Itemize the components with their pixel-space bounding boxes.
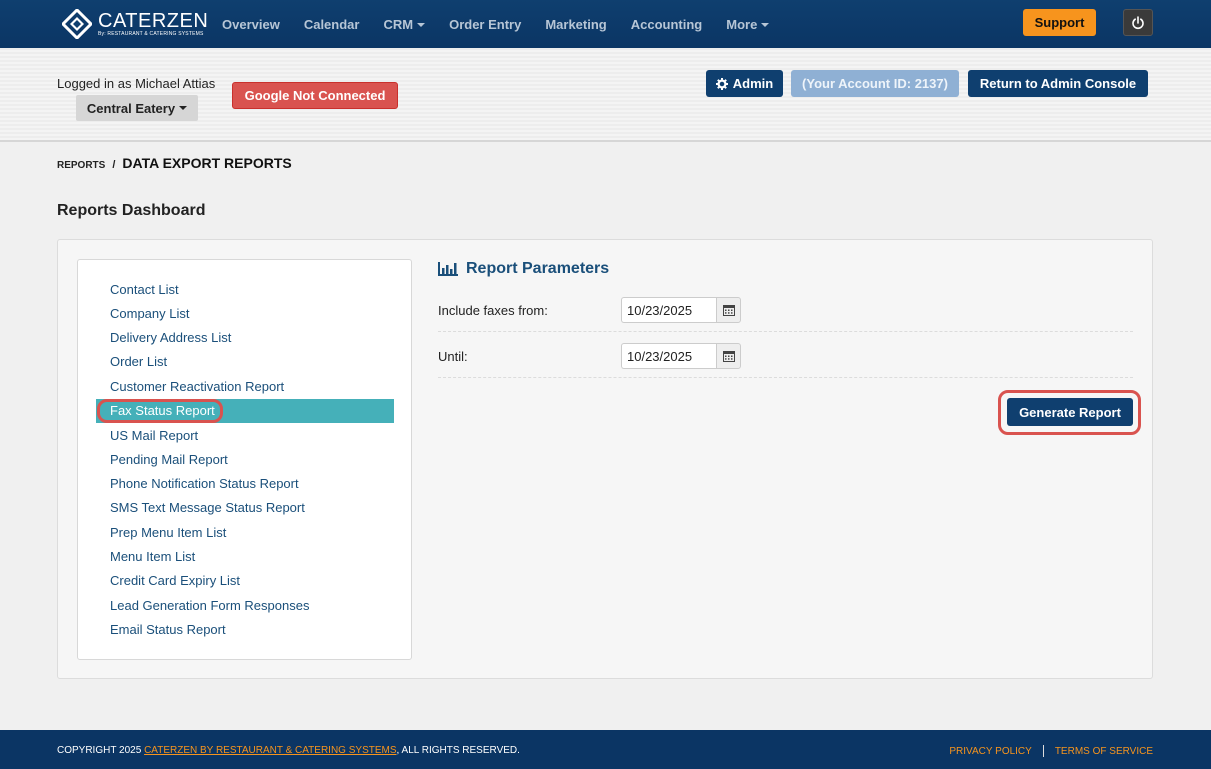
report-parameters-label: Report Parameters: [466, 260, 610, 277]
footer: COPYRIGHT 2025 CATERZEN BY RESTAURANT & …: [0, 730, 1211, 769]
divider: [438, 331, 1133, 332]
nav-crm[interactable]: CRM: [371, 17, 437, 32]
account-id-badge: (Your Account ID: 2137): [791, 70, 959, 97]
breadcrumb-reports[interactable]: REPORTS: [57, 160, 105, 171]
nav-order-entry[interactable]: Order Entry: [437, 17, 533, 32]
footer-separator: [1042, 745, 1044, 757]
calendar-icon: [722, 351, 735, 362]
report-item-delivery-address-list[interactable]: Delivery Address List: [78, 326, 413, 350]
logo-tagline: By: RESTAURANT & CATERING SYSTEMS: [98, 31, 204, 37]
report-item-fax-status-label: Fax Status Report: [110, 403, 215, 418]
page-title: Reports Dashboard: [57, 202, 206, 219]
until-date-input[interactable]: [621, 343, 716, 369]
until-date-calendar-button[interactable]: [716, 343, 741, 369]
report-item-lead-generation[interactable]: Lead Generation Form Responses: [78, 594, 413, 618]
until-label: Until:: [438, 349, 468, 364]
report-item-us-mail[interactable]: US Mail Report: [78, 424, 413, 448]
report-item-menu-item-list[interactable]: Menu Item List: [78, 545, 413, 569]
report-parameters-title: Report Parameters: [438, 260, 609, 278]
logo-name: CaterZen: [98, 10, 209, 32]
report-item-fax-status[interactable]: Fax Status Report: [96, 399, 394, 423]
include-faxes-from-label: Include faxes from:: [438, 303, 548, 318]
nav-accounting[interactable]: Accounting: [619, 17, 715, 32]
copyright: COPYRIGHT 2025 CATERZEN BY RESTAURANT & …: [57, 745, 520, 756]
caterzen-link[interactable]: CATERZEN BY RESTAURANT & CATERING SYSTEM…: [144, 745, 396, 756]
nav-marketing[interactable]: Marketing: [533, 17, 618, 32]
report-item-company-list[interactable]: Company List: [78, 302, 413, 326]
calendar-icon: [722, 305, 735, 316]
terms-of-service-link[interactable]: TERMS OF SERVICE: [1055, 746, 1153, 757]
location-label: Central Eatery: [86, 100, 176, 116]
from-date-calendar-button[interactable]: [716, 297, 741, 323]
location-dropdown[interactable]: Central Eatery: [76, 95, 198, 121]
report-item-order-list[interactable]: Order List: [78, 350, 413, 374]
account-header: Logged in as Michael Attias Central Eate…: [0, 48, 1211, 142]
caret-down-icon: [417, 23, 426, 28]
top-navbar: CaterZen By: RESTAURANT & CATERING SYSTE…: [0, 0, 1211, 48]
reports-panel: Contact List Company List Delivery Addre…: [57, 239, 1153, 679]
bar-chart-icon: [438, 262, 458, 276]
report-item-customer-reactivation[interactable]: Customer Reactivation Report: [78, 375, 413, 399]
gear-icon: [715, 77, 728, 90]
report-item-contact-list[interactable]: Contact List: [78, 278, 413, 302]
caret-down-icon: [179, 106, 188, 110]
report-item-email-status[interactable]: Email Status Report: [78, 618, 413, 642]
caterzen-logo[interactable]: CaterZen By: RESTAURANT & CATERING SYSTE…: [60, 7, 209, 41]
logo-mark-icon: [60, 7, 94, 41]
support-button[interactable]: Support: [1023, 9, 1096, 36]
report-item-pending-mail[interactable]: Pending Mail Report: [78, 448, 413, 472]
copyright-suffix: , ALL RIGHTS RESERVED.: [396, 745, 520, 756]
nav-calendar[interactable]: Calendar: [292, 17, 372, 32]
return-admin-console-button[interactable]: Return to Admin Console: [968, 70, 1148, 97]
admin-button[interactable]: Admin: [706, 70, 783, 97]
footer-links: PRIVACY POLICY TERMS OF SERVICE: [949, 745, 1153, 757]
report-item-phone-notification[interactable]: Phone Notification Status Report: [78, 472, 413, 496]
breadcrumb-current: DATA EXPORT REPORTS: [122, 155, 292, 171]
privacy-policy-link[interactable]: PRIVACY POLICY: [949, 746, 1031, 757]
breadcrumb: REPORTS / DATA EXPORT REPORTS: [57, 155, 292, 171]
generate-report-button[interactable]: Generate Report: [1007, 398, 1133, 426]
report-item-credit-card-expiry[interactable]: Credit Card Expiry List: [78, 569, 413, 593]
power-icon: [1132, 15, 1144, 29]
copyright-prefix: COPYRIGHT 2025: [57, 745, 142, 756]
report-item-sms-status[interactable]: SMS Text Message Status Report: [78, 496, 413, 520]
nav-more[interactable]: More: [714, 17, 781, 32]
admin-label: Admin: [732, 76, 774, 91]
main-nav: Overview Calendar CRM Order Entry Market…: [210, 0, 781, 48]
caret-down-icon: [761, 23, 770, 28]
logged-in-text: Logged in as Michael Attias: [57, 76, 216, 91]
report-item-prep-menu[interactable]: Prep Menu Item List: [78, 521, 413, 545]
logout-button[interactable]: [1123, 9, 1153, 36]
google-status-button[interactable]: Google Not Connected: [232, 82, 398, 109]
breadcrumb-separator: /: [112, 159, 116, 171]
from-date-input[interactable]: [621, 297, 716, 323]
nav-overview[interactable]: Overview: [210, 17, 292, 32]
report-list: Contact List Company List Delivery Addre…: [77, 259, 412, 660]
divider: [438, 377, 1133, 378]
